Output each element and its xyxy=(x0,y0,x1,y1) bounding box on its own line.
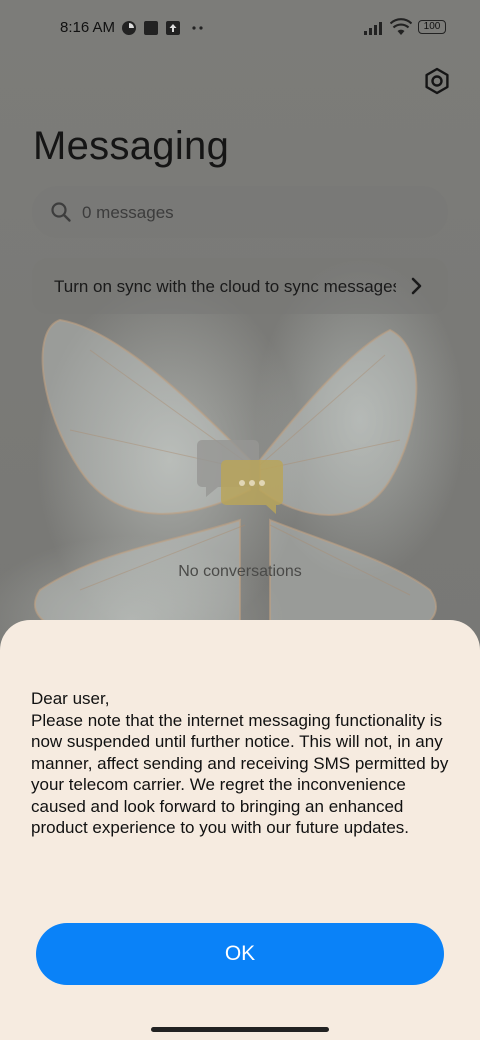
notification-icon xyxy=(122,21,136,35)
ok-button[interactable]: OK xyxy=(36,923,444,985)
search-placeholder: 0 messages xyxy=(82,203,174,222)
notice-body: Please note that the internet messaging … xyxy=(31,710,449,838)
chevron-right-icon xyxy=(411,277,422,295)
status-time: 8:16 AM xyxy=(60,19,116,36)
cloud-sync-banner[interactable]: Turn on sync with the cloud to sync mess… xyxy=(32,258,448,314)
upload-icon xyxy=(166,21,180,35)
battery-level: 100 xyxy=(423,21,441,32)
sync-banner-text: Turn on sync with the cloud to sync mess… xyxy=(54,277,396,296)
notice-greeting: Dear user, xyxy=(31,689,110,708)
more-dots-icon xyxy=(192,26,203,30)
wifi-icon xyxy=(390,18,412,35)
battery-icon: 100 xyxy=(418,20,446,34)
status-bar: 8:16 AM 100 xyxy=(0,0,480,56)
notice-message: Dear user, Please note that the internet… xyxy=(31,688,461,839)
home-indicator[interactable] xyxy=(151,1027,329,1032)
empty-state-text: No conversations xyxy=(178,563,302,580)
page-title: Messaging xyxy=(33,124,230,168)
signal-icon xyxy=(364,22,382,35)
search-icon xyxy=(51,202,71,222)
gear-icon[interactable] xyxy=(420,64,454,98)
square-app-icon xyxy=(144,21,158,35)
chat-bubbles-icon xyxy=(197,440,283,514)
search-input[interactable]: 0 messages xyxy=(32,186,448,238)
